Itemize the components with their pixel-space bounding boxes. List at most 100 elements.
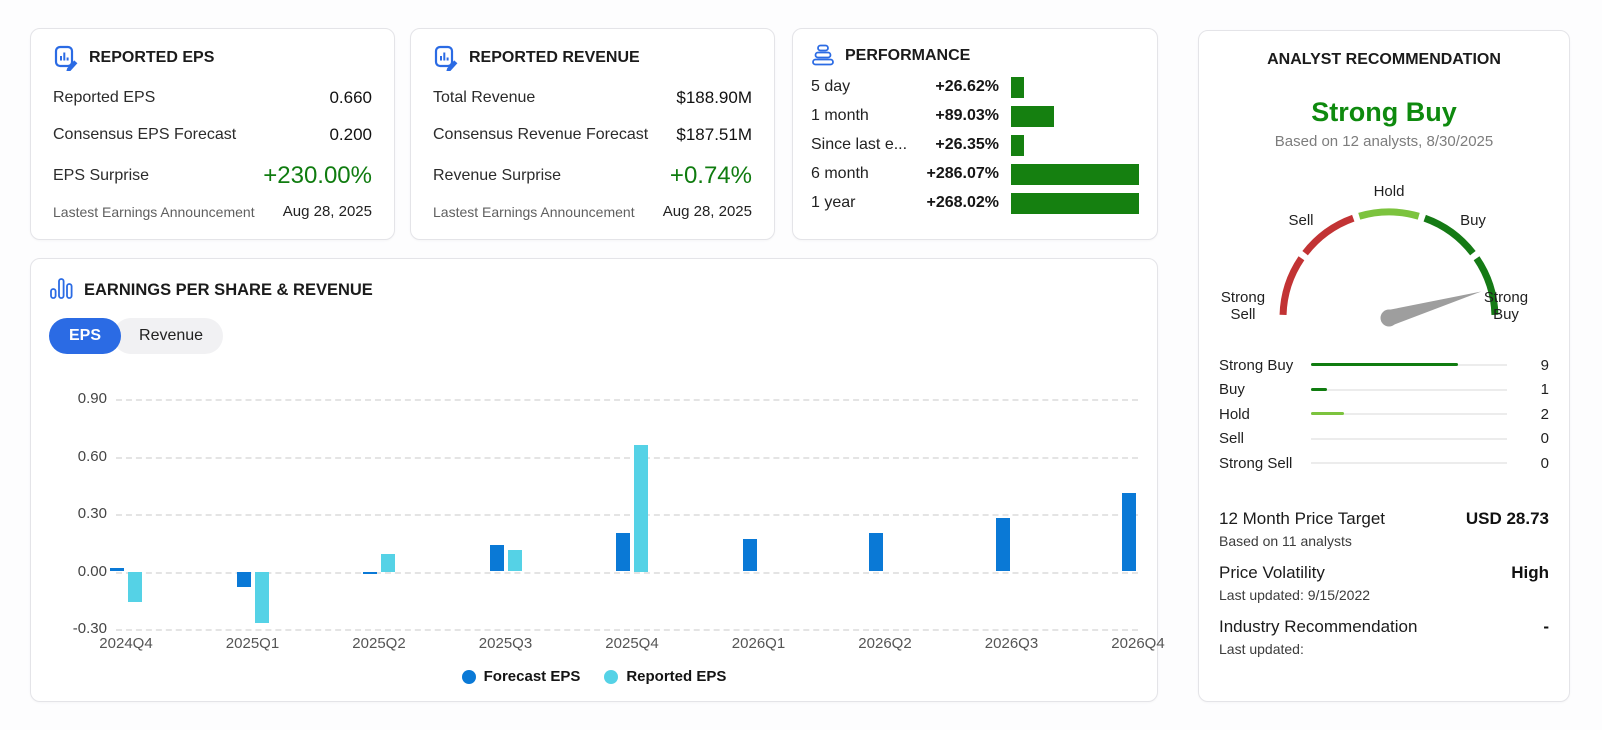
perf-row-5day: 5 day +26.62% xyxy=(811,76,1139,98)
count-value: 2 xyxy=(1523,406,1549,423)
industry-recommendation-stat: Industry Recommendation - Last updated: xyxy=(1219,617,1549,657)
stat-subtext: Last updated: xyxy=(1219,641,1549,657)
card-title: REPORTED EPS xyxy=(89,49,214,67)
perf-row-1year: 1 year +268.02% xyxy=(811,192,1139,214)
count-track xyxy=(1311,364,1507,366)
eps-bar-chart: 0.900.600.300.00-0.302024Q42025Q12025Q22… xyxy=(61,371,1161,671)
bar-forecast-eps-2024Q4[interactable] xyxy=(110,568,124,572)
legend-label: Forecast EPS xyxy=(484,668,581,685)
gauge-label-hold: Hold xyxy=(1357,183,1421,200)
eps-revenue-chart-card: EARNINGS PER SHARE & REVENUE EPS Revenue… xyxy=(30,258,1158,702)
gauge-label-sell: Sell xyxy=(1269,212,1333,229)
volatility-value: High xyxy=(1511,563,1549,583)
count-row-strong-buy: Strong Buy 9 xyxy=(1219,353,1549,378)
stat-label: 12 Month Price Target xyxy=(1219,509,1385,529)
card-title: REPORTED REVENUE xyxy=(469,49,640,67)
recommendation-value: Strong Buy xyxy=(1199,97,1569,128)
report-edit-icon xyxy=(433,45,459,71)
gridline xyxy=(116,572,1138,574)
count-row-strong-sell: Strong Sell 0 xyxy=(1219,451,1549,476)
eps-toggle-button[interactable]: EPS xyxy=(49,318,121,354)
count-track xyxy=(1311,462,1507,464)
count-label: Buy xyxy=(1219,381,1311,398)
y-axis-tick: 0.60 xyxy=(61,448,107,465)
row-label: Lastest Earnings Announcement xyxy=(433,204,635,220)
performance-bar xyxy=(1011,77,1024,98)
period-change: +268.02% xyxy=(907,194,999,212)
analyst-card-title: ANALYST RECOMMENDATION xyxy=(1199,51,1569,69)
row-label: Lastest Earnings Announcement xyxy=(53,204,255,220)
reported-eps-dot xyxy=(604,670,618,684)
chart-header: EARNINGS PER SHARE & REVENUE xyxy=(49,275,1139,306)
gauge-label-buy: Buy xyxy=(1441,212,1505,229)
count-row-buy: Buy 1 xyxy=(1219,378,1549,403)
count-track xyxy=(1311,438,1507,440)
gridline xyxy=(116,399,1138,401)
count-row-sell: Sell 0 xyxy=(1219,427,1549,452)
row-value: 0.200 xyxy=(329,125,372,145)
count-value: 9 xyxy=(1523,357,1549,374)
bar-forecast-eps-2025Q3[interactable] xyxy=(490,545,504,572)
count-label: Sell xyxy=(1219,430,1311,447)
bar-forecast-eps-2026Q4[interactable] xyxy=(1122,493,1136,572)
x-axis-tick: 2025Q3 xyxy=(461,635,551,652)
row-label: Revenue Surprise xyxy=(433,167,561,185)
gauge-label-strong-buy: Strong Buy xyxy=(1474,289,1538,324)
count-row-hold: Hold 2 xyxy=(1219,402,1549,427)
analyst-stats: 12 Month Price Target USD 28.73 Based on… xyxy=(1219,509,1549,657)
bar-reported-eps-2025Q4[interactable] xyxy=(634,445,648,572)
count-bar xyxy=(1311,388,1327,391)
legend-forecast-eps[interactable]: Forecast EPS xyxy=(462,668,581,685)
gauge-segment-hold xyxy=(1359,212,1419,216)
bar-reported-eps-2025Q2[interactable] xyxy=(381,554,395,571)
bar-forecast-eps-2026Q1[interactable] xyxy=(743,539,757,572)
row-value: $187.51M xyxy=(676,125,752,145)
bar-forecast-eps-2026Q2[interactable] xyxy=(869,533,883,571)
period-label: 5 day xyxy=(811,78,907,96)
x-axis-tick: 2026Q4 xyxy=(1093,635,1183,652)
revenue-surprise-value: +0.74% xyxy=(670,162,752,190)
bar-reported-eps-2025Q1[interactable] xyxy=(255,572,269,624)
recommendation-gauge: Strong Sell Sell Hold Buy Strong Buy xyxy=(1203,171,1567,341)
performance-header: PERFORMANCE xyxy=(811,43,1139,69)
stat-subtext: Last updated: 9/15/2022 xyxy=(1219,587,1549,603)
reported-eps-card: REPORTED EPS Reported EPS 0.660 Consensu… xyxy=(30,28,395,240)
industry-recommendation-value: - xyxy=(1543,617,1549,637)
bar-reported-eps-2025Q3[interactable] xyxy=(508,550,522,571)
y-axis-tick: 0.30 xyxy=(61,505,107,522)
consensus-eps-row: Consensus EPS Forecast 0.200 xyxy=(53,125,372,145)
period-label: Since last e... xyxy=(811,136,907,154)
report-edit-icon xyxy=(53,45,79,71)
period-label: 6 month xyxy=(811,165,907,183)
performance-bar xyxy=(1011,164,1139,185)
count-label: Strong Sell xyxy=(1219,455,1311,472)
gridline xyxy=(116,457,1138,459)
price-target-value: USD 28.73 xyxy=(1466,509,1549,529)
count-value: 0 xyxy=(1523,430,1549,447)
total-revenue-row: Total Revenue $188.90M xyxy=(433,88,752,108)
chart-mode-toggle: EPS Revenue xyxy=(49,318,1139,354)
period-label: 1 year xyxy=(811,194,907,212)
chart-title: EARNINGS PER SHARE & REVENUE xyxy=(84,281,373,300)
performance-bar xyxy=(1011,106,1054,127)
legend-reported-eps[interactable]: Reported EPS xyxy=(604,668,726,685)
period-label: 1 month xyxy=(811,107,907,125)
reported-eps-row: Reported EPS 0.660 xyxy=(53,88,372,108)
performance-card: PERFORMANCE 5 day +26.62% 1 month +89.03… xyxy=(792,28,1158,240)
performance-bar xyxy=(1011,135,1024,156)
perf-row-1month: 1 month +89.03% xyxy=(811,105,1139,127)
row-label: Reported EPS xyxy=(53,89,155,107)
count-bar xyxy=(1311,363,1458,366)
price-target-stat: 12 Month Price Target USD 28.73 Based on… xyxy=(1219,509,1549,549)
bar-forecast-eps-2025Q1[interactable] xyxy=(237,572,251,587)
bar-reported-eps-2024Q4[interactable] xyxy=(128,572,142,603)
row-label: Consensus Revenue Forecast xyxy=(433,126,648,144)
reported-revenue-header: REPORTED REVENUE xyxy=(433,45,752,71)
revenue-toggle-button[interactable]: Revenue xyxy=(113,318,223,354)
bar-forecast-eps-2026Q3[interactable] xyxy=(996,518,1010,572)
performance-bar xyxy=(1011,193,1139,214)
bar-forecast-eps-2025Q2[interactable] xyxy=(363,572,377,575)
earnings-announcement-row: Lastest Earnings Announcement Aug 28, 20… xyxy=(53,203,372,220)
bar-forecast-eps-2025Q4[interactable] xyxy=(616,533,630,571)
perf-row-since-last-earnings: Since last e... +26.35% xyxy=(811,134,1139,156)
